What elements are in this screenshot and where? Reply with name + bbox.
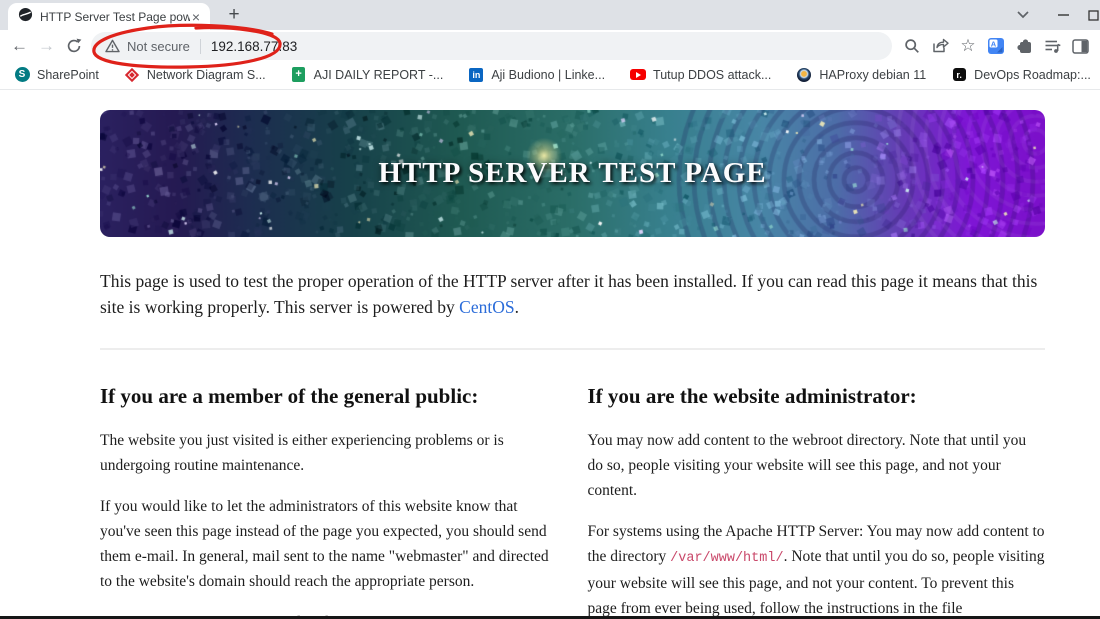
url-text: 192.168.77.83 — [210, 38, 298, 54]
haproxy-icon — [796, 67, 812, 83]
general-public-column: If you are a member of the general publi… — [100, 364, 558, 619]
window-minimize-button[interactable] — [1048, 0, 1078, 30]
back-arrow-icon: ← — [11, 36, 28, 55]
tab-close-icon[interactable]: × — [190, 10, 202, 24]
window-maximize-button[interactable] — [1078, 0, 1100, 30]
roadmap-icon: r. — [951, 67, 967, 83]
omnibox-divider — [199, 38, 201, 54]
bookmark-youtube-ddos[interactable]: Tutup DDOS attack... — [630, 67, 771, 83]
tab-search-chevron-icon[interactable] — [1008, 0, 1038, 30]
address-bar[interactable]: Not secure 192.168.77.83 — [91, 32, 892, 60]
media-playlist-icon — [1045, 40, 1061, 53]
browser-toolbar: ← → Not secure 192.168.77.83 ☆ A — [0, 30, 1100, 62]
security-label: Not secure — [127, 38, 190, 54]
forward-button[interactable]: → — [33, 32, 60, 60]
google-sheets-icon: + — [291, 67, 307, 83]
back-button[interactable]: ← — [6, 32, 33, 60]
general-public-heading: If you are a member of the general publi… — [100, 384, 479, 408]
intro-paragraph: This page is used to test the proper ope… — [100, 271, 1038, 317]
bookmark-haproxy[interactable]: HAProxy debian 11 — [796, 67, 926, 83]
reload-icon — [67, 38, 81, 53]
translate-icon: A — [988, 38, 1004, 54]
new-tab-button[interactable]: + — [222, 3, 246, 27]
browser-window: { "tab": { "title": "HTTP Server Test Pa… — [0, 0, 1100, 619]
website-administrator-heading: If you are the website administrator: — [587, 384, 917, 408]
not-secure-warning-icon — [105, 39, 120, 53]
side-panel-button[interactable] — [1066, 32, 1094, 60]
translate-button[interactable]: A — [982, 32, 1010, 60]
paragraph: If you would like to let the administrat… — [100, 498, 549, 590]
search-icon — [905, 39, 919, 53]
section-divider — [100, 348, 1045, 350]
forward-arrow-icon: → — [38, 36, 55, 55]
tab-title: HTTP Server Test Page powered — [40, 9, 190, 24]
browser-tab[interactable]: HTTP Server Test Page powered × — [8, 3, 210, 30]
share-button[interactable] — [926, 32, 954, 60]
bookmarks-bar: S SharePoint Network Diagram S... + AJI … — [0, 62, 1100, 90]
centos-link[interactable]: CentOS — [459, 297, 514, 317]
page-favicon-globe-icon — [18, 7, 33, 27]
bookmark-devops-roadmap[interactable]: r. DevOps Roadmap:... — [951, 67, 1091, 83]
sharepoint-icon: S — [14, 67, 30, 83]
banner-image: HTTP SERVER TEST PAGE — [100, 110, 1045, 237]
bookmark-star-button[interactable]: ☆ — [954, 32, 982, 60]
linkedin-icon: in — [468, 67, 484, 83]
side-panel-icon — [1071, 38, 1089, 54]
share-icon — [932, 38, 949, 53]
media-controls-button[interactable] — [1038, 32, 1066, 60]
tab-strip: HTTP Server Test Page powered × + — [0, 0, 1100, 30]
reload-button[interactable] — [60, 32, 87, 60]
bookmark-aji-daily-report[interactable]: + AJI DAILY REPORT -... — [291, 67, 443, 83]
paragraph: For systems using the Apache HTTP Server… — [587, 523, 1045, 617]
paragraph: You may now add content to the webroot d… — [587, 432, 1027, 499]
website-administrator-column: If you are the website administrator: Yo… — [588, 364, 1046, 619]
paragraph: The website you just visited is either e… — [100, 432, 504, 474]
search-button[interactable] — [898, 32, 926, 60]
star-icon: ☆ — [960, 36, 976, 55]
page-content: HTTP SERVER TEST PAGE This page is used … — [0, 90, 1100, 619]
svg-text:A: A — [991, 39, 997, 48]
page-title: HTTP SERVER TEST PAGE — [378, 157, 767, 189]
bookmark-linkedin[interactable]: in Aji Budiono | Linke... — [468, 67, 605, 83]
bookmark-sharepoint[interactable]: S SharePoint — [14, 67, 99, 83]
puzzle-icon — [1016, 38, 1031, 53]
diagram-diamond-icon — [124, 67, 140, 83]
bookmark-network-diagram[interactable]: Network Diagram S... — [124, 67, 266, 83]
youtube-icon — [630, 67, 647, 83]
extensions-button[interactable] — [1010, 32, 1038, 60]
